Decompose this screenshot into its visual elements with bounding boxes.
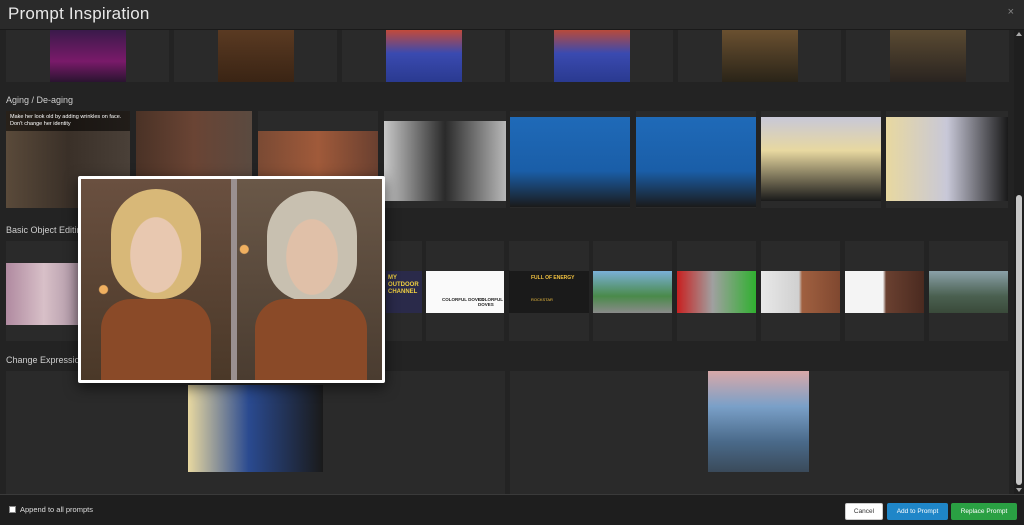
gallery-tile[interactable] [510,30,673,82]
gallery-tile[interactable] [677,241,756,341]
preview-face-old [267,191,357,301]
gallery-thumbnail [845,271,924,313]
section-title-expression: Change Expression [6,355,85,365]
gallery-thumbnail [218,30,294,82]
gallery-tile[interactable] [342,30,505,82]
gallery-thumbnail [50,30,126,82]
gallery-tile[interactable]: MY OUTDOOR CHANNEL [386,241,422,341]
preview-face-young [111,189,201,299]
gallery-tile[interactable] [510,371,1009,494]
preview-left-half [81,179,231,380]
gallery-thumbnail [593,271,672,313]
gallery-tile[interactable] [384,111,506,208]
modal-header: Prompt Inspiration × [0,0,1024,30]
gallery-thumbnail [188,385,323,472]
gallery-thumbnail [554,30,630,82]
gallery-thumbnail [386,30,462,82]
replace-prompt-button[interactable]: Replace Prompt [951,503,1017,520]
gallery-tile[interactable]: COLORFUL DOVES COLORFUL DOVES [426,241,504,341]
section-title-aging: Aging / De-aging [6,95,74,105]
preview-sweater-old [255,299,367,380]
gallery-thumbnail [890,30,966,82]
close-icon[interactable]: × [1008,6,1014,18]
gallery-tile[interactable]: FULL OF ENERGY ROCKSTAR [509,241,589,341]
cancel-button[interactable]: Cancel [845,503,883,520]
prompt-inspiration-modal: Prompt Inspiration × Aging / De-aging Ma… [0,0,1024,525]
gallery-thumbnail [677,271,756,313]
scroll-up-icon[interactable] [1016,32,1022,36]
add-to-prompt-button[interactable]: Add to Prompt [887,503,948,520]
gallery-tile[interactable] [678,30,841,82]
gallery-thumbnail [886,117,1008,201]
gallery-tile[interactable] [886,111,1008,208]
append-to-all-checkbox[interactable]: Append to all prompts [9,505,93,514]
preview-right-half [237,179,382,380]
gallery-thumbnail [929,271,1008,313]
gallery-tile[interactable] [6,241,82,341]
gallery-tile[interactable] [929,241,1008,341]
gallery-thumbnail [722,30,798,82]
scroll-down-icon[interactable] [1016,488,1022,492]
gallery-tile[interactable] [174,30,337,82]
gallery-thumbnail [6,263,82,325]
gallery-tile[interactable] [593,241,672,341]
modal-title: Prompt Inspiration [8,4,150,23]
gallery-thumbnail [510,117,630,207]
scrollbar-thumb[interactable] [1016,195,1022,485]
gallery-thumbnail [384,121,506,201]
preview-image [81,179,382,380]
image-preview-popup [78,176,385,383]
preview-sweater-young [101,299,211,380]
thumbnail-caption: COLORFUL DOVES [478,297,503,307]
gallery-thumbnail: COLORFUL DOVES COLORFUL DOVES [426,271,504,313]
gallery-tile[interactable] [845,241,924,341]
vertical-scrollbar[interactable] [1014,30,1024,494]
section-title-object-editing: Basic Object Editing [6,225,87,235]
thumbnail-caption: ROCKSTAR [531,297,553,302]
gallery-thumbnail: FULL OF ENERGY ROCKSTAR [509,271,589,313]
tile-caption: Make her look old by adding wrinkles on … [6,111,130,131]
checkbox-icon[interactable] [9,506,16,513]
modal-footer: Append to all prompts Cancel Add to Prom… [0,494,1024,525]
gallery-tile[interactable] [846,30,1009,82]
gallery-tile[interactable] [6,371,505,494]
thumbnail-title: MY OUTDOOR CHANNEL [386,271,422,313]
gallery-tile[interactable] [636,111,756,208]
thumbnail-caption: FULL OF ENERGY [531,275,575,281]
gallery-thumbnail [708,371,809,472]
gallery-tile[interactable] [6,30,169,82]
append-label: Append to all prompts [20,505,93,514]
gallery-thumbnail [761,271,840,313]
gallery-thumbnail [761,117,881,201]
gallery-tile[interactable] [761,111,881,208]
gallery-tile[interactable] [761,241,840,341]
gallery-tile[interactable] [510,111,630,208]
gallery-thumbnail [636,117,756,207]
